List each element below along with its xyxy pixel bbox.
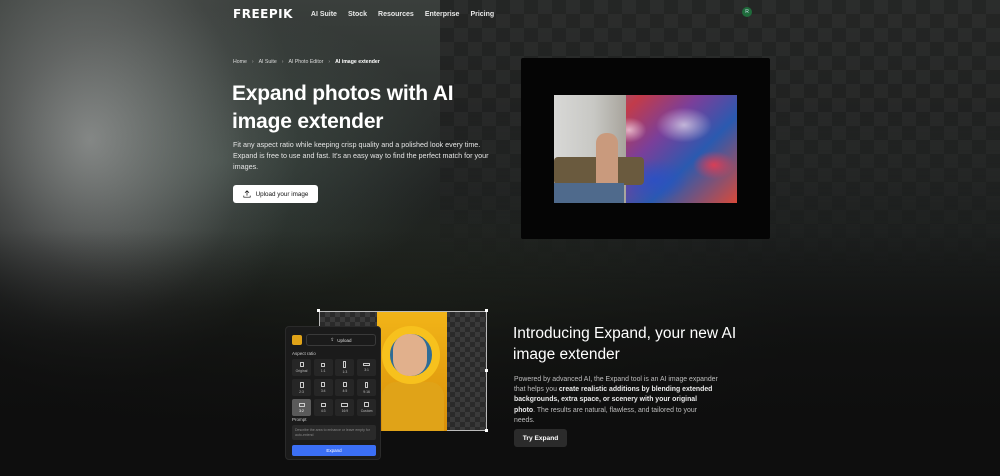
- ratio-label: 1:1: [320, 368, 326, 373]
- portrait-coat: [382, 382, 444, 431]
- ratio-shape-icon: [321, 382, 326, 387]
- nav-item-pricing[interactable]: Pricing: [470, 11, 494, 18]
- ratio-option-9-16[interactable]: 9:16: [357, 379, 377, 396]
- ratio-shape-icon: [299, 381, 304, 388]
- ratio-shape-icon: [364, 402, 370, 407]
- upload-image-label: Upload your image: [255, 190, 309, 198]
- portrait-face: [393, 334, 427, 376]
- ratio-shape-icon: [342, 382, 347, 387]
- breadcrumb: Home › AI Suite › AI Photo Editor › AI i…: [233, 59, 380, 65]
- breadcrumb-ai-suite[interactable]: AI Suite: [259, 59, 277, 65]
- resize-handle[interactable]: [485, 429, 488, 432]
- resize-handle[interactable]: [317, 309, 320, 312]
- ratio-option-custom[interactable]: Custom: [357, 399, 377, 416]
- ratio-label: 3:4: [320, 389, 326, 393]
- chevron-right-icon: ›: [251, 59, 254, 65]
- intro-description-end: . The results are natural, flawless, and…: [514, 406, 697, 424]
- prompt-label: Prompt: [292, 417, 307, 422]
- ratio-label: 4:3: [320, 408, 326, 413]
- ratio-shape-icon: [320, 402, 326, 407]
- chevron-right-icon: ›: [281, 59, 284, 65]
- background-fade: [0, 230, 1000, 476]
- chevron-right-icon: ›: [328, 59, 331, 65]
- intro-title: Introducing Expand, your new AI image ex…: [513, 325, 737, 363]
- ratio-label: 1:3: [342, 370, 348, 374]
- prompt-input[interactable]: Describe the area to enhance or leave em…: [292, 425, 376, 440]
- ratio-label: Original: [295, 369, 308, 373]
- upload-icon: [243, 190, 251, 198]
- editor-upload-label: Upload: [337, 337, 352, 343]
- breadcrumb-ai-photo-editor[interactable]: AI Photo Editor: [288, 59, 323, 65]
- ratio-option-4-3[interactable]: 4:3: [313, 399, 333, 416]
- aspect-ratio-grid: Original 1:1 1:3 3:1 2:3 3:4 4:5 9:16 3:…: [292, 359, 377, 416]
- nav-item-stock[interactable]: Stock: [348, 11, 367, 18]
- ratio-shape-icon: [298, 402, 305, 407]
- breadcrumb-current: AI image extender: [335, 59, 380, 65]
- ratio-option-original[interactable]: Original: [292, 359, 311, 376]
- ratio-shape-icon: [363, 363, 371, 366]
- nav-item-ai-suite[interactable]: AI Suite: [311, 11, 337, 18]
- ratio-label: 9:16: [363, 389, 370, 394]
- resize-handle[interactable]: [485, 309, 488, 312]
- upload-image-button[interactable]: Upload your image: [233, 185, 318, 203]
- nav-item-enterprise[interactable]: Enterprise: [425, 11, 460, 18]
- editor-upload-button[interactable]: ⇪ Upload: [306, 334, 376, 346]
- ratio-shape-icon: [341, 402, 349, 407]
- ratio-shape-icon: [299, 362, 304, 367]
- freepik-logo[interactable]: FREEPIK: [233, 7, 293, 21]
- resize-handle[interactable]: [485, 369, 488, 372]
- hero-description: Fit any aspect ratio while keeping crisp…: [233, 140, 489, 171]
- user-avatar[interactable]: R: [742, 7, 752, 17]
- upload-icon: ⇪: [330, 337, 335, 342]
- expand-button[interactable]: Expand: [292, 445, 376, 456]
- ratio-option-3-1[interactable]: 3:1: [357, 359, 377, 376]
- ratio-label: Custom: [360, 409, 373, 413]
- ratio-label: 3:1: [364, 368, 369, 372]
- ratio-option-16-9[interactable]: 16:9: [335, 399, 355, 416]
- ratio-shape-icon: [321, 362, 326, 367]
- ratio-option-3-2[interactable]: 3:2: [292, 399, 311, 416]
- ratio-label: 4:5: [342, 389, 348, 393]
- ratio-shape-icon: [365, 381, 369, 388]
- ratio-option-1-3[interactable]: 1:3: [335, 359, 355, 376]
- intro-description: Powered by advanced AI, the Expand tool …: [514, 375, 719, 426]
- aspect-ratio-label: Aspect ratio: [292, 351, 316, 356]
- ratio-label: 3:2: [299, 408, 304, 413]
- person-jeans: [554, 183, 624, 203]
- ratio-option-1-1[interactable]: 1:1: [313, 359, 333, 376]
- ratio-shape-icon: [343, 361, 347, 368]
- hero-sample-photo: [554, 95, 737, 203]
- ratio-label: 16:9: [341, 408, 349, 413]
- breadcrumb-home[interactable]: Home: [233, 59, 247, 65]
- page-title: Expand photos with AI image extender: [232, 82, 454, 133]
- ratio-option-2-3[interactable]: 2:3: [292, 379, 311, 396]
- nav-item-resources[interactable]: Resources: [378, 11, 414, 18]
- ratio-option-4-5[interactable]: 4:5: [335, 379, 355, 396]
- image-thumbnail: [292, 335, 302, 345]
- try-expand-button[interactable]: Try Expand: [514, 429, 567, 447]
- top-navigation: FREEPIK AI Suite Stock Resources Enterpr…: [233, 7, 505, 21]
- ratio-label: 2:3: [299, 389, 304, 394]
- expand-settings-panel: ⇪ Upload Aspect ratio Original 1:1 1:3 3…: [285, 326, 381, 460]
- ratio-option-3-4[interactable]: 3:4: [313, 379, 333, 396]
